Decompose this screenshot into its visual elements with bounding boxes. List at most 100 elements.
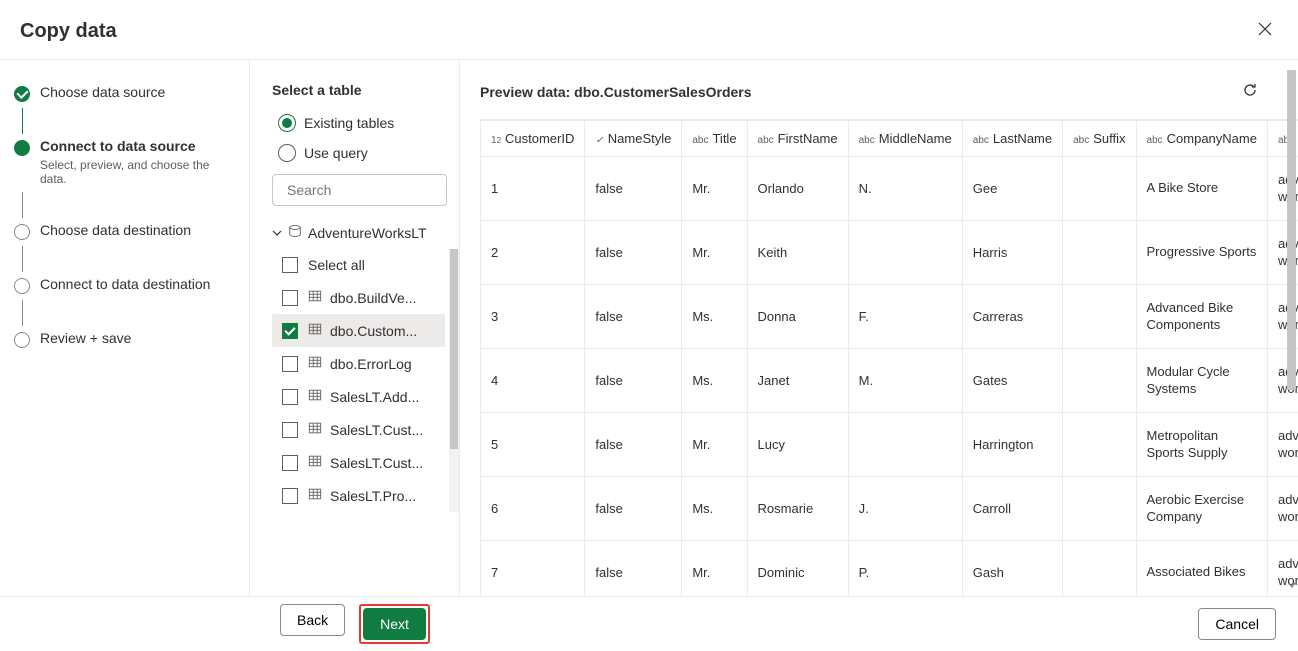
step-choose-destination[interactable]: Choose data destination	[14, 222, 233, 246]
tree-table-item[interactable]: SalesLT.Cust...	[272, 413, 445, 446]
table-cell: Mr.	[682, 413, 747, 477]
table-cell	[1063, 285, 1136, 349]
table-label: SalesLT.Cust...	[330, 455, 423, 471]
table-cell: Donna	[747, 285, 848, 349]
table-cell	[1063, 413, 1136, 477]
tree-database-node[interactable]: AdventureWorksLT	[272, 220, 459, 245]
radio-use-query[interactable]: Use query	[278, 144, 459, 162]
table-row: 7falseMr.DominicP.GashAssociated Bikesad…	[481, 541, 1298, 597]
table-cell: 7	[481, 541, 585, 597]
column-header[interactable]: ✓NameStyle	[585, 121, 682, 157]
table-icon	[308, 388, 322, 405]
table-icon	[308, 289, 322, 306]
scrollbar-thumb[interactable]	[450, 249, 458, 449]
dialog-title: Copy data	[20, 20, 117, 43]
checkbox[interactable]	[282, 323, 298, 339]
table-row: 5falseMr.LucyHarringtonMetropolitan Spor…	[481, 413, 1298, 477]
tree-table-item[interactable]: SalesLT.Pro...	[272, 479, 445, 512]
database-icon	[288, 224, 302, 241]
table-cell	[848, 413, 962, 477]
tree-table-item[interactable]: dbo.Custom...	[272, 314, 445, 347]
table-cell: 5	[481, 413, 585, 477]
table-cell: M.	[848, 349, 962, 413]
table-cell: Associated Bikes	[1136, 541, 1267, 597]
table-cell: Mr.	[682, 221, 747, 285]
table-cell: false	[585, 221, 682, 285]
table-label: dbo.ErrorLog	[330, 356, 412, 372]
preview-scrollbar[interactable]	[1286, 70, 1298, 586]
table-icon	[308, 421, 322, 438]
table-cell: 2	[481, 221, 585, 285]
column-header[interactable]: 12CustomerID	[481, 121, 585, 157]
step-connect-source[interactable]: Connect to data source Select, preview, …	[14, 138, 233, 192]
table-cell: Rosmarie	[747, 477, 848, 541]
table-cell: Advanced Bike Components	[1136, 285, 1267, 349]
step-review-save[interactable]: Review + save	[14, 330, 233, 354]
table-label: dbo.BuildVe...	[330, 290, 416, 306]
preview-table: 12CustomerID✓NameStyleabcTitleabcFirstNa…	[480, 120, 1298, 596]
table-cell: Janet	[747, 349, 848, 413]
checkbox[interactable]	[282, 488, 298, 504]
checkbox[interactable]	[282, 455, 298, 471]
table-cell: Gash	[962, 541, 1062, 597]
checkbox[interactable]	[282, 257, 298, 273]
refresh-icon[interactable]	[1242, 82, 1258, 101]
radio-icon	[278, 144, 296, 162]
table-cell: Mr.	[682, 157, 747, 221]
scrollbar-thumb[interactable]	[1287, 70, 1296, 390]
table-row: 3falseMs.DonnaF.CarrerasAdvanced Bike Co…	[481, 285, 1298, 349]
dialog-footer: Back Next Cancel	[0, 596, 1298, 651]
tree-table-item[interactable]: SalesLT.Cust...	[272, 446, 445, 479]
table-cell: Aerobic Exercise Company	[1136, 477, 1267, 541]
table-row: 1falseMr.OrlandoN.GeeA Bike Storeadventu…	[481, 157, 1298, 221]
table-cell: Ms.	[682, 349, 747, 413]
step-dot-icon	[14, 278, 30, 294]
tree-table-item[interactable]: dbo.BuildVe...	[272, 281, 445, 314]
table-cell: Mr.	[682, 541, 747, 597]
table-cell: Harris	[962, 221, 1062, 285]
table-cell	[848, 221, 962, 285]
scroll-down-icon[interactable]	[1286, 579, 1298, 591]
back-button[interactable]: Back	[280, 604, 345, 636]
table-cell	[1063, 477, 1136, 541]
checkbox[interactable]	[282, 356, 298, 372]
close-icon[interactable]	[1252, 18, 1278, 45]
chevron-down-icon	[272, 225, 282, 241]
table-cell	[1063, 349, 1136, 413]
dialog-header: Copy data	[0, 0, 1298, 60]
table-icon	[308, 322, 322, 339]
table-icon	[308, 355, 322, 372]
search-input[interactable]	[272, 174, 447, 206]
table-cell: 6	[481, 477, 585, 541]
cancel-button[interactable]: Cancel	[1198, 608, 1276, 640]
next-button[interactable]: Next	[363, 608, 426, 640]
tree-select-all[interactable]: Select all	[272, 249, 445, 281]
column-header[interactable]: abcFirstName	[747, 121, 848, 157]
table-cell: false	[585, 157, 682, 221]
column-header[interactable]: abcLastName	[962, 121, 1062, 157]
step-dot-icon	[14, 332, 30, 348]
table-cell: Metropolitan Sports Supply	[1136, 413, 1267, 477]
table-cell	[1063, 157, 1136, 221]
preview-panel: Preview data: dbo.CustomerSalesOrders 12…	[460, 60, 1298, 596]
column-header[interactable]: abcSuffix	[1063, 121, 1136, 157]
tree-table-item[interactable]: SalesLT.Add...	[272, 380, 445, 413]
checkbox[interactable]	[282, 389, 298, 405]
step-dot-icon	[14, 140, 30, 156]
table-row: 2falseMr.KeithHarrisProgressive Sportsad…	[481, 221, 1298, 285]
step-choose-source[interactable]: Choose data source	[14, 84, 233, 108]
column-header[interactable]: abcMiddleName	[848, 121, 962, 157]
table-label: dbo.Custom...	[330, 323, 417, 339]
table-selector-panel: Select a table Existing tables Use query…	[250, 60, 460, 596]
table-cell: Ms.	[682, 477, 747, 541]
tree-table-item[interactable]: dbo.ErrorLog	[272, 347, 445, 380]
radio-existing-tables[interactable]: Existing tables	[278, 114, 459, 132]
checkbox[interactable]	[282, 290, 298, 306]
column-header[interactable]: abcCompanyName	[1136, 121, 1267, 157]
column-header[interactable]: abcTitle	[682, 121, 747, 157]
table-cell: Dominic	[747, 541, 848, 597]
step-connect-destination[interactable]: Connect to data destination	[14, 276, 233, 300]
tree-scrollbar[interactable]	[449, 249, 459, 512]
table-cell: false	[585, 349, 682, 413]
checkbox[interactable]	[282, 422, 298, 438]
